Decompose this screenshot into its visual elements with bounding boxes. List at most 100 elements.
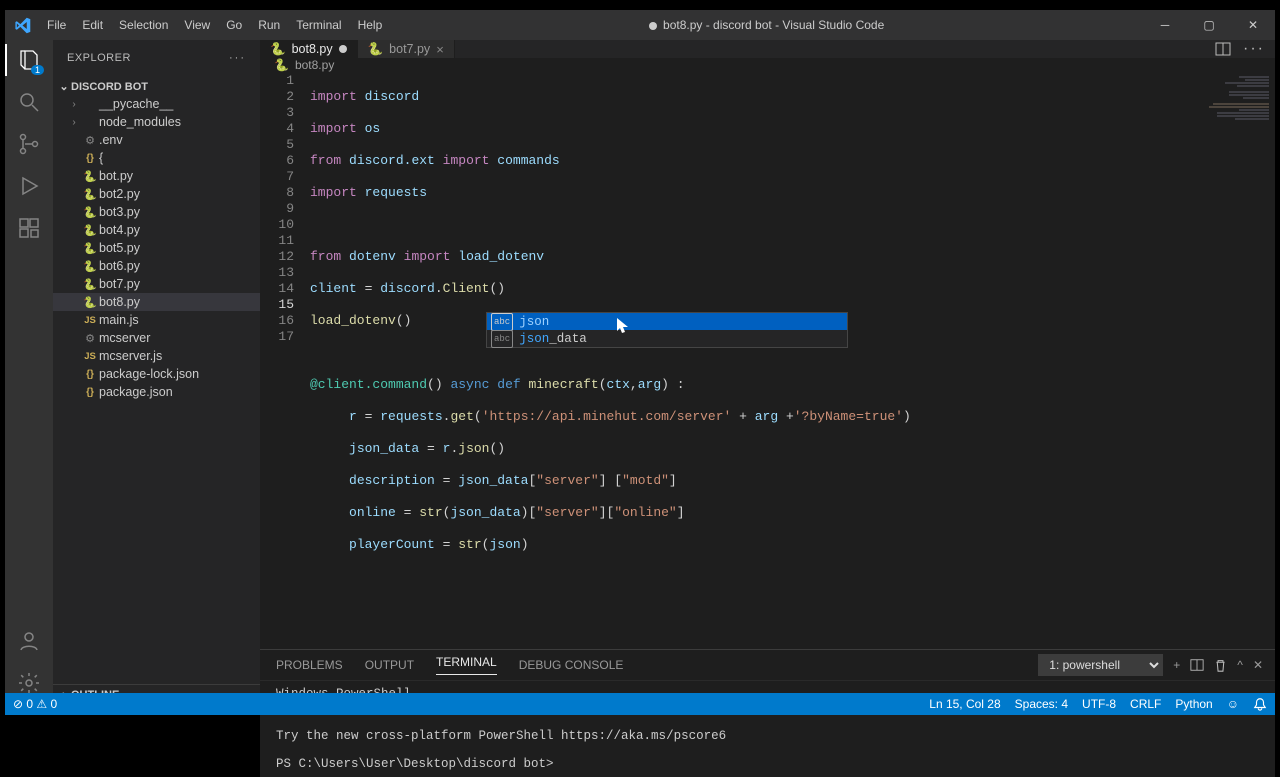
file-item-mcserver-js[interactable]: JSmcserver.js: [53, 347, 260, 365]
status-errors[interactable]: ⊘ 0 ⚠ 0: [13, 697, 57, 711]
maximize-button[interactable]: ▢: [1187, 18, 1231, 32]
menu-edit[interactable]: Edit: [74, 18, 111, 32]
panel-tab-problems[interactable]: PROBLEMS: [276, 658, 343, 672]
tab-bot8[interactable]: 🐍 bot8.py: [260, 40, 358, 58]
terminal-selector[interactable]: 1: powershell: [1038, 654, 1163, 676]
file-item-bot8-py[interactable]: 🐍bot8.py: [53, 293, 260, 311]
new-terminal-icon[interactable]: +: [1173, 658, 1180, 672]
status-bar: ⊘ 0 ⚠ 0 Ln 15, Col 28 Spaces: 4 UTF-8 CR…: [5, 693, 1275, 715]
status-language[interactable]: Python: [1175, 697, 1212, 711]
autocomplete-item[interactable]: abc json: [487, 313, 847, 330]
panel-tab-output[interactable]: OUTPUT: [365, 658, 414, 672]
file-item-bot3-py[interactable]: 🐍bot3.py: [53, 203, 260, 221]
menu-terminal[interactable]: Terminal: [288, 18, 349, 32]
search-icon[interactable]: [17, 90, 41, 114]
split-terminal-icon[interactable]: [1190, 658, 1204, 672]
explorer-badge: 1: [31, 65, 44, 75]
file-name: package-lock.json: [99, 367, 199, 381]
split-editor-icon[interactable]: [1215, 41, 1231, 57]
source-control-icon[interactable]: [17, 132, 41, 156]
kill-terminal-icon[interactable]: [1214, 659, 1227, 672]
folder-root[interactable]: ⌄DISCORD BOT: [53, 78, 260, 95]
explorer-sidebar: EXPLORER ··· ⌄DISCORD BOT ›__pycache__›n…: [53, 40, 260, 705]
menu-view[interactable]: View: [176, 18, 218, 32]
file-type-icon: JS: [81, 351, 99, 362]
file-name: bot4.py: [99, 223, 140, 237]
file-item--env[interactable]: ⚙.env: [53, 131, 260, 149]
menu-go[interactable]: Go: [218, 18, 250, 32]
status-lncol[interactable]: Ln 15, Col 28: [929, 697, 1000, 711]
status-eol[interactable]: CRLF: [1130, 697, 1161, 711]
close-panel-icon[interactable]: ✕: [1253, 658, 1263, 672]
file-type-icon: JS: [81, 315, 99, 326]
file-type-icon: {}: [81, 153, 99, 164]
file-type-icon: ⚙: [81, 134, 99, 147]
explorer-icon[interactable]: 1: [17, 48, 41, 72]
window-title: bot8.py - discord bot - Visual Studio Co…: [390, 18, 1143, 32]
activity-bar: 1: [5, 40, 53, 705]
more-actions-icon[interactable]: ···: [1243, 40, 1265, 58]
line-gutter: 1234567891011121314151617: [260, 72, 310, 649]
close-tab-icon[interactable]: ×: [436, 42, 444, 57]
minimize-button[interactable]: ─: [1143, 18, 1187, 32]
panel-tab-terminal[interactable]: TERMINAL: [436, 655, 497, 675]
file-name: node_modules: [99, 115, 181, 129]
menu-selection[interactable]: Selection: [111, 18, 176, 32]
code-content[interactable]: import discord import os from discord.ex…: [310, 72, 911, 649]
editor-tabs: 🐍 bot8.py 🐍 bot7.py × ···: [260, 40, 1275, 58]
settings-gear-icon[interactable]: [17, 671, 41, 695]
file-item-package-lock-json[interactable]: {}package-lock.json: [53, 365, 260, 383]
completion-kind-icon: abc: [491, 330, 513, 348]
menu-help[interactable]: Help: [350, 18, 391, 32]
file-item-bot2-py[interactable]: 🐍bot2.py: [53, 185, 260, 203]
python-file-icon: 🐍: [368, 42, 384, 57]
status-notifications-icon[interactable]: [1253, 697, 1267, 711]
breadcrumb-file: bot8.py: [295, 58, 334, 72]
python-file-icon: 🐍: [274, 58, 289, 72]
autocomplete-popup[interactable]: abc json abc json_data: [486, 312, 848, 348]
close-button[interactable]: ✕: [1231, 18, 1275, 32]
file-type-icon: 🐍: [81, 206, 99, 219]
python-file-icon: 🐍: [270, 42, 286, 57]
title-bar: File Edit Selection View Go Run Terminal…: [5, 10, 1275, 40]
file-name: mcserver.js: [99, 349, 162, 363]
menu-run[interactable]: Run: [250, 18, 288, 32]
vscode-icon: [5, 17, 39, 34]
file-name: bot5.py: [99, 241, 140, 255]
file-item-bot7-py[interactable]: 🐍bot7.py: [53, 275, 260, 293]
file-item-__pycache__[interactable]: ›__pycache__: [53, 95, 260, 113]
file-item-bot6-py[interactable]: 🐍bot6.py: [53, 257, 260, 275]
file-name: bot6.py: [99, 259, 140, 273]
tab-bot7[interactable]: 🐍 bot7.py ×: [358, 40, 455, 58]
status-feedback-icon[interactable]: ☺: [1227, 697, 1239, 711]
account-icon[interactable]: [17, 629, 41, 653]
file-item-package-json[interactable]: {}package.json: [53, 383, 260, 401]
file-item-bot4-py[interactable]: 🐍bot4.py: [53, 221, 260, 239]
file-type-icon: 🐍: [81, 188, 99, 201]
file-type-icon: 🐍: [81, 260, 99, 273]
menu-file[interactable]: File: [39, 18, 74, 32]
status-spaces[interactable]: Spaces: 4: [1015, 697, 1068, 711]
file-name: {: [99, 151, 103, 165]
file-item--[interactable]: {}{: [53, 149, 260, 167]
file-item-bot-py[interactable]: 🐍bot.py: [53, 167, 260, 185]
sidebar-more-icon[interactable]: ···: [229, 52, 246, 64]
file-type-icon: 🐍: [81, 224, 99, 237]
file-item-node_modules[interactable]: ›node_modules: [53, 113, 260, 131]
file-type-icon: 🐍: [81, 278, 99, 291]
minimap[interactable]: [1195, 72, 1275, 649]
maximize-panel-icon[interactable]: ^: [1237, 658, 1243, 672]
file-item-bot5-py[interactable]: 🐍bot5.py: [53, 239, 260, 257]
file-item-main-js[interactable]: JSmain.js: [53, 311, 260, 329]
tab-label: bot7.py: [389, 42, 430, 56]
file-type-icon: 🐍: [81, 170, 99, 183]
breadcrumb[interactable]: 🐍 bot8.py: [260, 58, 1275, 72]
extensions-icon[interactable]: [17, 216, 41, 240]
code-editor[interactable]: 1234567891011121314151617 import discord…: [260, 72, 1275, 649]
run-debug-icon[interactable]: [17, 174, 41, 198]
autocomplete-item[interactable]: abc json_data: [487, 330, 847, 347]
status-encoding[interactable]: UTF-8: [1082, 697, 1116, 711]
file-name: bot.py: [99, 169, 133, 183]
panel-tab-debug-console[interactable]: DEBUG CONSOLE: [519, 658, 624, 672]
file-item-mcserver[interactable]: ⚙mcserver: [53, 329, 260, 347]
